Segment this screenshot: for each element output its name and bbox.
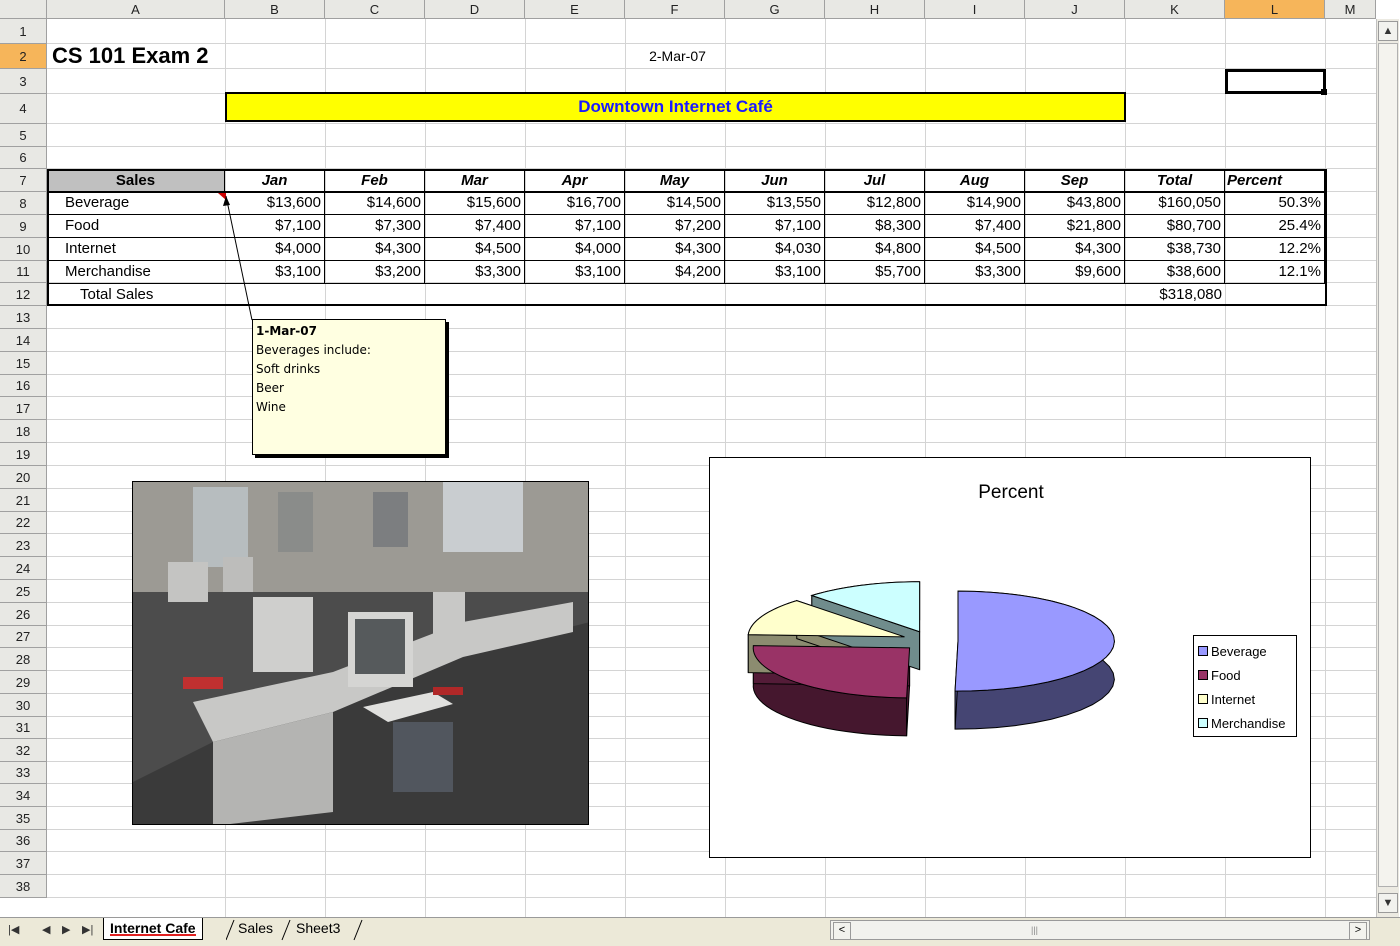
tab-internet-cafe[interactable]: Internet Cafe — [103, 918, 203, 940]
scroll-left-icon[interactable]: < — [833, 922, 851, 940]
tab-separators — [226, 919, 363, 941]
worksheet[interactable]: ABCDEFGHIJKLM 1 2 3 4 5 6 7 8 9 10 11 12 13 14 15 16 17 1… — [0, 0, 1376, 917]
scroll-right-icon[interactable]: > — [1349, 922, 1367, 940]
legend-label: Beverage — [1211, 644, 1267, 659]
scroll-thumb-grip[interactable]: ||| — [1031, 925, 1038, 935]
comment-line: Wine — [256, 400, 286, 414]
legend-item: Merchandise — [1198, 712, 1292, 736]
legend-label: Internet — [1211, 692, 1256, 707]
next-sheet-icon[interactable]: ▶ — [62, 923, 70, 936]
legend-swatch — [1198, 670, 1208, 680]
legend-label: Merchandise — [1211, 716, 1286, 731]
computer-lab-photo[interactable] — [132, 481, 589, 825]
vertical-scroll-thumb[interactable] — [1378, 43, 1398, 887]
legend-item: Internet — [1198, 688, 1292, 712]
percent-pie-chart[interactable]: Percent Beverage Food Internet Merchandise — [709, 457, 1311, 858]
prev-sheet-icon[interactable]: ◀ — [42, 923, 50, 936]
scroll-up-icon[interactable]: ▲ — [1378, 21, 1398, 41]
legend-item: Beverage — [1198, 640, 1292, 664]
sheet-tab-bar: |◀ ◀ ▶ ▶| Internet Cafe Sales Sheet3 < |… — [0, 917, 1400, 946]
first-sheet-icon[interactable]: |◀ — [8, 923, 19, 936]
cell-comment[interactable]: 1-Mar-07 Beverages include: Soft drinks Be… — [252, 319, 446, 455]
legend-item: Food — [1198, 664, 1292, 688]
legend-swatch — [1198, 694, 1208, 704]
comment-lines: Beverages include: Soft drinks Beer Wine — [256, 341, 442, 417]
legend-swatch — [1198, 646, 1208, 656]
comment-line: Soft drinks — [256, 362, 321, 376]
comment-arrow — [225, 195, 253, 321]
vertical-scrollbar[interactable]: ▲ ▼ — [1376, 19, 1399, 917]
legend-label: Food — [1211, 668, 1241, 683]
chart-legend: Beverage Food Internet Merchandise — [1193, 635, 1297, 737]
last-sheet-icon[interactable]: ▶| — [82, 923, 93, 936]
scroll-down-icon[interactable]: ▼ — [1378, 893, 1398, 913]
legend-swatch — [1198, 718, 1208, 728]
comment-title: 1-Mar-07 — [256, 324, 317, 338]
comment-line: Beverages include: — [256, 343, 371, 357]
comment-line: Beer — [256, 381, 284, 395]
active-tab-underline — [110, 934, 196, 936]
horizontal-scrollbar[interactable]: < ||| > — [830, 920, 1370, 940]
photo-image — [133, 482, 588, 824]
comment-indicator — [218, 193, 226, 200]
